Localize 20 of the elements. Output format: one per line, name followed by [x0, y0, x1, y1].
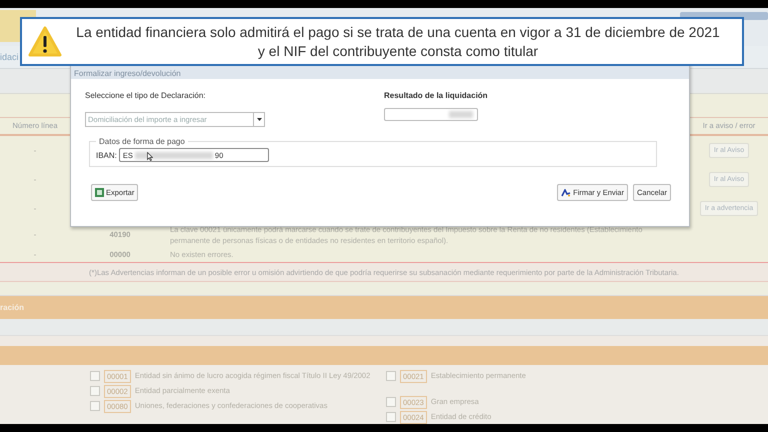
dialog-title: Formalizar ingreso/devolución	[74, 69, 181, 78]
checkbox[interactable]	[90, 371, 100, 382]
checkbox[interactable]	[90, 401, 100, 412]
signature-icon	[561, 188, 572, 196]
checkbox[interactable]	[386, 397, 396, 408]
checkbox[interactable]	[90, 386, 100, 396]
checkbox[interactable]	[386, 371, 396, 382]
section-title: ración	[0, 302, 24, 312]
checkbox[interactable]	[386, 412, 396, 422]
declaration-type-label: Seleccione el tipo de Declaración:	[85, 91, 207, 100]
spreadsheet-icon	[95, 188, 104, 197]
fieldset-legend: Datos de forma de pago	[96, 137, 188, 146]
result-field[interactable]	[384, 108, 478, 121]
mouse-cursor-icon	[147, 152, 153, 161]
result-label: Resultado de la liquidación	[384, 91, 488, 100]
iban-label: IBAN:	[96, 150, 117, 160]
tab[interactable]: idaci	[0, 52, 19, 62]
callout-text: y el NIF del contribuyente consta como titular	[258, 42, 538, 60]
callout-text: La entidad financiera solo admitirá el pago si se trata de una cuenta en vigor a 31 de diciembre de 2021	[76, 22, 720, 42]
warning-icon	[28, 26, 62, 58]
